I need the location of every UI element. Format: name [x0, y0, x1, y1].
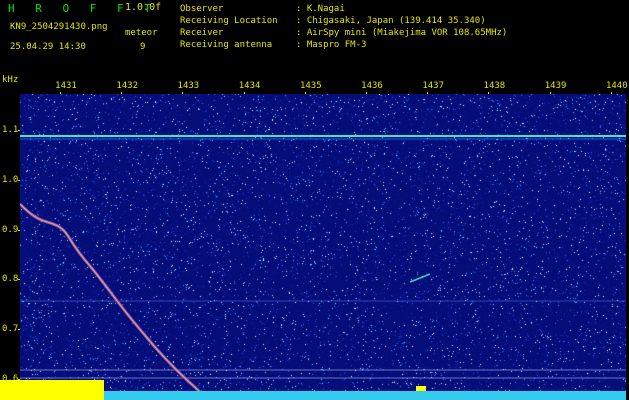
- meteor-count: 9: [140, 42, 146, 52]
- filename-label: KN9_2504291430.png: [10, 22, 108, 32]
- info-row-observer: Observer: K.Nagai: [180, 4, 345, 14]
- frequency-tick-label: 1440: [605, 81, 628, 91]
- meteor-label: meteor: [125, 28, 158, 38]
- frequency-tick-label: 1437: [422, 81, 445, 91]
- baseline-bar: [104, 391, 626, 400]
- value-tick-label: 0.9: [2, 224, 19, 235]
- station-info: Observer: K.Nagai Receiving Location: Ch…: [180, 3, 507, 51]
- spectrogram-overlay: [20, 135, 626, 400]
- datetime-label: 25.04.29 14:30: [10, 42, 86, 52]
- header-panel: H R O F F T 1.0.0f KN9_2504291430.png 25…: [0, 0, 629, 74]
- value-tick-label: 0.8: [2, 274, 19, 285]
- frequency-tick-label: 1436: [361, 81, 383, 91]
- frequency-tick-label: 1435: [299, 81, 322, 91]
- axis-unit-label: kHz: [2, 75, 19, 85]
- meteor-trace: [20, 202, 208, 400]
- version-label: 1.0.0f: [125, 2, 162, 13]
- detection-bar-left: [0, 380, 104, 400]
- frequency-tick-label: 1438: [483, 81, 506, 91]
- spectrogram-plot: [20, 94, 626, 400]
- value-tick-label: 1.0: [2, 174, 19, 185]
- value-tick-label: 1.1: [2, 125, 19, 135]
- frequency-tick-label: 1432: [116, 81, 139, 91]
- frequency-tick-label: 1434: [238, 81, 261, 91]
- info-row-location: Receiving Location: Chigasaki, Japan (13…: [180, 16, 486, 26]
- meteor-short-trace: [409, 273, 431, 283]
- info-row-antenna: Receiving antenna: Maspro FM-3: [180, 40, 367, 50]
- frequency-tick-label: 1431: [55, 81, 77, 91]
- value-tick-label: 0.7: [2, 324, 19, 335]
- info-row-receiver: Receiver: AirSpy mini (Miakejima VOR 108…: [180, 28, 508, 38]
- frequency-tick-label: 1439: [544, 81, 567, 91]
- frequency-tick-label: 1433: [177, 81, 200, 91]
